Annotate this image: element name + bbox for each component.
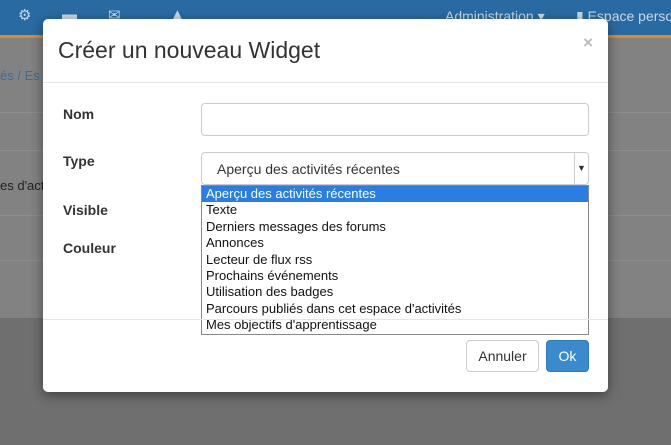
type-option[interactable]: Annonces xyxy=(202,235,588,251)
type-option[interactable]: Derniers messages des forums xyxy=(202,219,588,235)
nom-label: Nom xyxy=(63,106,95,122)
type-select-value: Aperçu des activités récentes xyxy=(217,161,400,177)
modal-title: Créer un nouveau Widget xyxy=(58,37,321,63)
chevron-down-icon[interactable]: ▼ xyxy=(574,153,588,184)
ok-button[interactable]: Ok xyxy=(546,340,589,372)
gears-icon[interactable]: ⚙ xyxy=(18,6,31,24)
background-text: es d'act xyxy=(0,178,45,193)
couleur-label: Couleur xyxy=(63,240,116,256)
type-option[interactable]: Utilisation des badges xyxy=(202,284,588,300)
type-dropdown-list: Aperçu des activités récentes Texte Dern… xyxy=(201,185,589,335)
type-option[interactable]: Texte xyxy=(202,202,588,218)
cancel-button[interactable]: Annuler xyxy=(466,340,539,372)
create-widget-modal: Créer un nouveau Widget × Nom Type Aperç… xyxy=(43,19,608,392)
type-select[interactable]: Aperçu des activités récentes ▼ xyxy=(201,152,589,185)
type-option[interactable]: Parcours publiés dans cet espace d'activ… xyxy=(202,301,588,317)
type-label: Type xyxy=(63,153,95,169)
type-option[interactable]: Aperçu des activités récentes xyxy=(202,186,588,203)
type-option[interactable]: Lecteur de flux rss xyxy=(202,252,588,268)
modal-footer-divider xyxy=(43,319,608,320)
close-icon[interactable]: × xyxy=(583,33,593,53)
breadcrumb: és / Es xyxy=(0,68,40,83)
visible-label: Visible xyxy=(63,202,108,218)
modal-header: Créer un nouveau Widget × xyxy=(43,19,608,83)
type-option[interactable]: Prochains événements xyxy=(202,268,588,284)
nom-input[interactable] xyxy=(201,103,589,136)
